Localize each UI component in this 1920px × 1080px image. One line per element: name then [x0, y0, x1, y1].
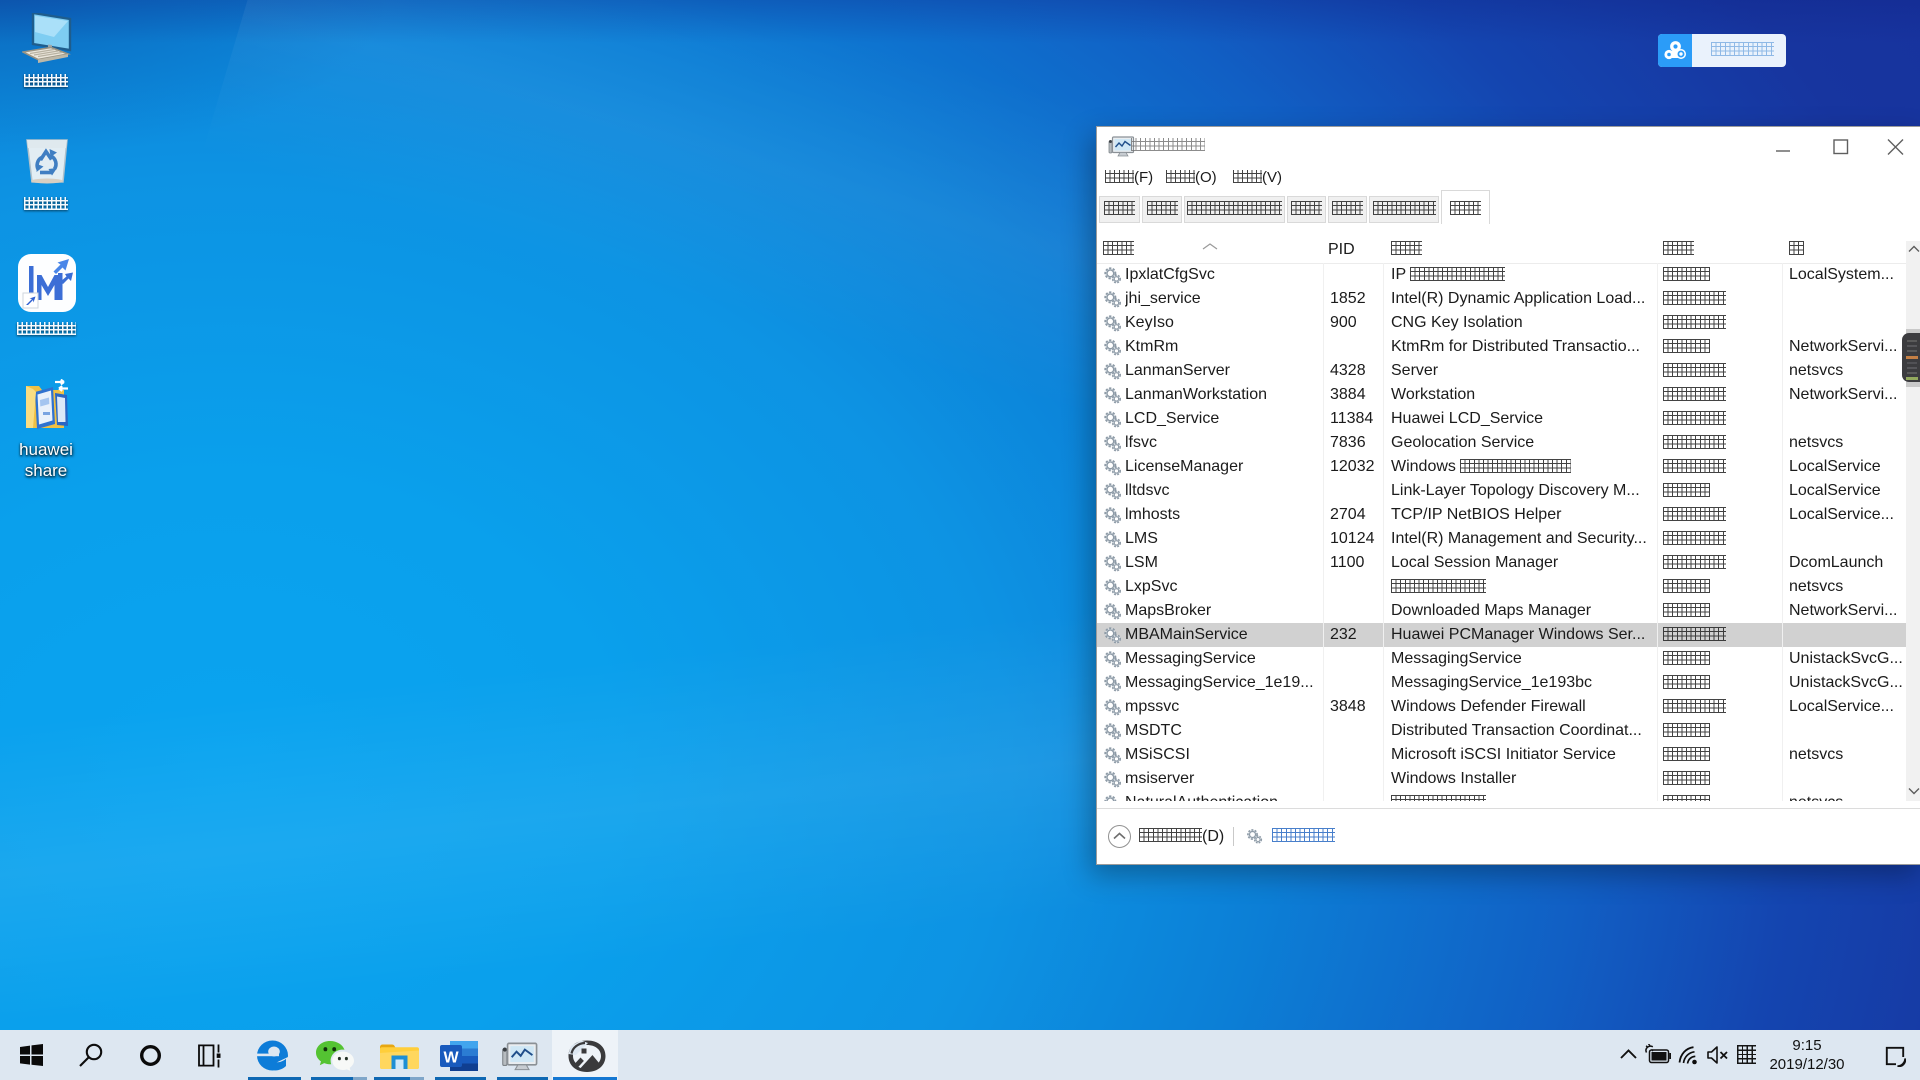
svg-text:W: W	[443, 1050, 459, 1067]
